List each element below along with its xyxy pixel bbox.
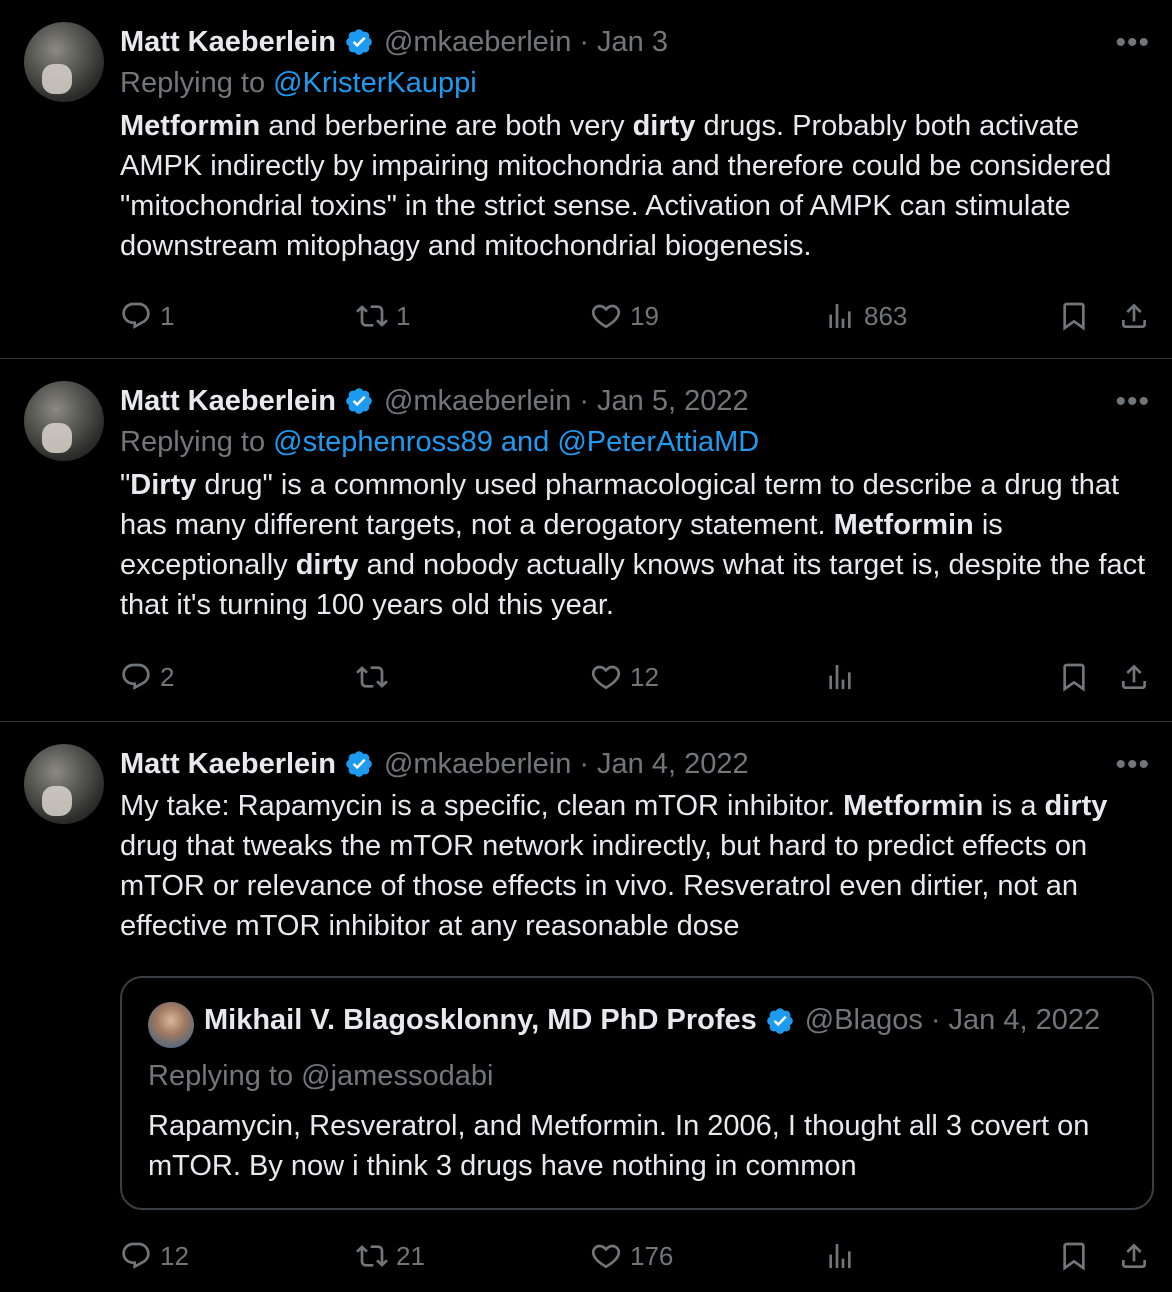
author-handle[interactable]: @mkaeberlein [384,748,571,781]
reply-button[interactable]: 12 [120,1240,189,1272]
separator: · [930,1004,941,1036]
like-count: 176 [630,1240,674,1271]
replying-to: Replying to @stephenross89 and @PeterAtt… [120,421,1152,463]
views-count: 863 [864,300,908,331]
tweet[interactable]: Matt Kaeberlein @mkaeberlein · Jan 5, 20… [0,359,1172,722]
separator: · [579,384,590,417]
bold-text: Metformin [120,110,261,142]
repost-count: 21 [396,1240,425,1271]
author-name[interactable]: Matt Kaeberlein [120,748,336,781]
replying-prefix: Replying to [120,67,274,99]
reply-count: 12 [160,1240,189,1271]
tweet-header: Matt Kaeberlein @mkaeberlein · Jan 3 [120,22,1152,62]
avatar[interactable] [24,381,104,461]
avatar[interactable] [24,744,104,824]
bold-text: Metformin [843,790,984,822]
replying-to-link[interactable]: @KristerKauppi [273,67,477,99]
tweet-header: Matt Kaeberlein @mkaeberlein · Jan 5, 20… [120,381,1152,421]
repost-icon [356,666,388,688]
views-button[interactable]: 863 [824,300,907,332]
views-icon [829,304,851,328]
verified-badge-icon [346,751,372,777]
repost-button[interactable]: 1 [356,300,410,332]
views-icon [829,665,851,689]
reply-icon [122,302,150,329]
like-icon [591,304,621,329]
quoted-text: Rapamycin, Resveratrol, and Metformin. I… [148,1110,1090,1182]
views-button[interactable] [824,661,864,693]
tweet-date[interactable]: Jan 5, 2022 [597,385,749,418]
verified-badge-icon [766,1007,793,1034]
reply-icon [122,663,150,690]
quoted-author-handle: @Blagos [804,1004,923,1036]
quoted-date: Jan 4, 2022 [948,1004,1101,1036]
quoted-author-name: Mikhail V. Blagosklonny, MD PhD Profes [204,1004,757,1036]
tweet-text: Metformin and berberine are both very di… [120,110,1112,262]
views-button[interactable] [824,1240,864,1272]
like-button[interactable]: 19 [590,300,659,332]
author-handle[interactable]: @mkaeberlein [384,26,571,59]
reply-count: 2 [160,661,175,692]
repost-button[interactable]: 21 [356,1240,425,1272]
author-name[interactable]: Matt Kaeberlein [120,385,336,418]
bold-text: dirty [295,549,359,581]
repost-icon [356,305,388,327]
tweet-text: "Dirty drug" is a commonly used pharmaco… [120,469,1146,621]
reply-count: 1 [160,300,175,331]
author-name[interactable]: Matt Kaeberlein [120,26,336,59]
like-icon [591,1244,621,1269]
bookmark-icon [1063,663,1085,692]
more-icon[interactable]: ••• [1115,385,1150,419]
quoted-tweet[interactable]: Mikhail V. Blagosklonny, MD PhD Profes @… [120,976,1154,1210]
bookmark-icon [1063,302,1085,331]
tweet-date[interactable]: Jan 4, 2022 [597,748,749,781]
reply-button[interactable]: 2 [120,661,174,693]
quoted-replying-to: Replying to @jamessodabi [148,1060,494,1092]
verified-badge-icon [346,388,372,414]
reply-button[interactable]: 1 [120,300,174,332]
separator: · [579,747,590,780]
verified-badge-icon [346,29,372,55]
separator: · [579,25,590,58]
views-icon [829,1244,851,1268]
bold-text: dirty [1044,790,1108,822]
share-button[interactable] [1118,300,1150,332]
replying-to: Replying to @KristerKauppi [120,62,1152,104]
tweet[interactable]: Matt Kaeberlein @mkaeberlein · Jan 4, 20… [0,722,1172,1292]
repost-count: 1 [396,300,411,331]
author-handle[interactable]: @mkaeberlein [384,385,571,418]
tweet[interactable]: Matt Kaeberlein @mkaeberlein · Jan 3 •••… [0,0,1172,359]
share-icon [1122,664,1146,689]
like-count: 19 [630,300,659,331]
replying-prefix: Replying to [120,426,274,458]
bookmark-button[interactable] [1058,300,1090,332]
bold-text: Metformin [833,509,974,541]
bold-text: Dirty [130,469,197,501]
replying-to-link[interactable]: @stephenross89 and @PeterAttiaMD [273,426,759,458]
bold-text: dirty [632,110,696,142]
bookmark-icon [1063,1242,1085,1271]
repost-icon [356,1245,388,1267]
reply-icon [122,1242,150,1269]
more-icon[interactable]: ••• [1115,748,1150,782]
bookmark-button[interactable] [1058,661,1090,693]
share-button[interactable] [1118,661,1150,693]
bookmark-button[interactable] [1058,1240,1090,1272]
avatar[interactable] [24,22,104,102]
share-icon [1122,303,1146,328]
tweet-date[interactable]: Jan 3 [597,26,668,59]
share-button[interactable] [1118,1240,1150,1272]
tweet-header: Matt Kaeberlein @mkaeberlein · Jan 4, 20… [120,744,1152,784]
like-button[interactable]: 176 [590,1240,673,1272]
share-icon [1122,1243,1146,1268]
like-icon [591,665,621,690]
more-icon[interactable]: ••• [1115,26,1150,60]
quoted-header: Mikhail V. Blagosklonny, MD PhD Profes @… [204,1004,1100,1037]
like-button[interactable]: 12 [590,661,659,693]
tweet-text: My take: Rapamycin is a specific, clean … [120,790,1108,942]
like-count: 12 [630,661,659,692]
quoted-avatar[interactable] [148,1002,194,1048]
repost-button[interactable] [356,661,396,693]
